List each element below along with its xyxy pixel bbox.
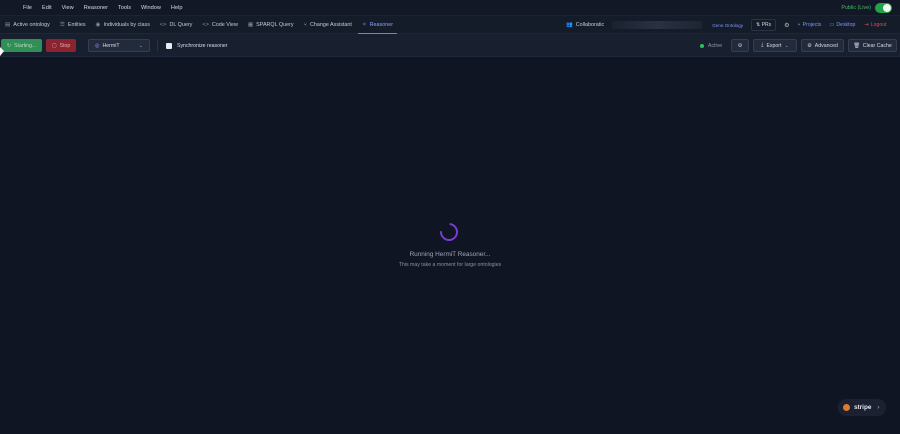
stop-icon: ▢ <box>51 42 57 49</box>
tab-code-view[interactable]: <> Code View <box>197 16 243 34</box>
reasoner-select-value: HermiT <box>102 42 120 49</box>
projects-label: Projects <box>802 22 822 28</box>
reasoner-settings-button[interactable]: ⚙ <box>731 39 749 52</box>
sparkle-icon: ✧ <box>361 21 367 28</box>
stop-reasoner-button[interactable]: ▢ Stop <box>46 39 76 52</box>
loading-title: Running HermiT Reasoner... <box>409 251 491 258</box>
export-button[interactable]: ⤓ Export ⌄ <box>753 39 797 52</box>
desktop-label: Desktop <box>836 22 856 28</box>
chevron-down-icon: ⌄ <box>138 42 143 49</box>
menu-help[interactable]: Help <box>171 5 183 11</box>
tab-reasoner[interactable]: ✧ Reasoner <box>357 16 398 34</box>
users-icon: 👥 <box>566 22 573 28</box>
collaboration-selector[interactable]: 👥 Collaboratic <box>566 22 604 28</box>
reasoner-select[interactable]: ◎ HermiT ⌄ <box>88 39 150 52</box>
start-label: Starting... <box>14 42 37 49</box>
stripe-badge[interactable]: stripe › <box>838 399 886 416</box>
menu-tools[interactable]: Tools <box>118 5 131 11</box>
collab-label: Collaboratic <box>575 22 605 28</box>
document-icon: ▤ <box>5 21 11 28</box>
reasoner-main-panel: Running HermiT Reasoner... This may take… <box>0 57 900 434</box>
stripe-logo-icon <box>843 404 850 411</box>
menu-window[interactable]: Window <box>141 5 161 11</box>
branch-icon: ⑂ <box>797 22 801 28</box>
export-label: Export <box>766 42 782 49</box>
projects-link[interactable]: ⑂ Projects <box>798 22 822 28</box>
tab-bar: ▤ Active ontology ☰ Entities ◉ Individua… <box>0 16 900 34</box>
prs-button[interactable]: ⇅ PRs <box>751 19 777 31</box>
status-label: Active <box>708 42 723 49</box>
clear-cache-label: Clear Cache <box>862 42 892 49</box>
mouse-cursor-icon <box>0 47 4 56</box>
status-dot-icon <box>700 43 704 48</box>
pr-icon: ⇅ <box>756 22 761 28</box>
monitor-icon: ▭ <box>829 22 835 28</box>
code-icon: <> <box>202 21 209 28</box>
loading-spinner-icon <box>436 219 462 245</box>
synchronize-checkbox[interactable] <box>166 42 172 49</box>
gear-icon: ⚙ <box>807 42 812 49</box>
trash-icon: 🗑 <box>853 42 860 49</box>
prs-label: PRs <box>761 22 772 28</box>
list-icon: ☰ <box>59 21 65 28</box>
tab-label: SPARQL Query <box>256 21 294 28</box>
start-reasoner-button[interactable]: ↻ Starting... <box>1 39 42 52</box>
stop-label: Stop <box>59 42 71 49</box>
stripe-label: stripe <box>854 404 872 411</box>
desktop-link[interactable]: ▭ Desktop <box>829 22 855 28</box>
gear-icon: ⚙ <box>737 42 743 49</box>
clear-cache-button[interactable]: 🗑 Clear Cache <box>848 39 897 52</box>
menu-edit[interactable]: Edit <box>42 5 52 11</box>
chevron-down-icon: ⌄ <box>784 42 789 49</box>
menu-reasoner[interactable]: Reasoner <box>84 5 108 11</box>
tab-dl-query[interactable]: <> DL Query <box>155 16 197 34</box>
tab-entities[interactable]: ☰ Entities <box>55 16 91 34</box>
sync-label: Synchronize reasoner <box>177 42 228 49</box>
tab-label: Reasoner <box>369 21 393 28</box>
settings-gear-icon[interactable]: ⚙ <box>784 22 789 29</box>
tab-label: Active ontology <box>13 21 50 28</box>
gene-ontology-link[interactable]: Gene Ontology <box>712 23 743 28</box>
tab-label: Entities <box>67 21 86 28</box>
menu-view[interactable]: View <box>62 5 74 11</box>
tab-sparql-query[interactable]: ▦ SPARQL Query <box>243 16 299 34</box>
tab-individuals-by-class[interactable]: ◉ Individuals by class <box>91 16 155 34</box>
advanced-button[interactable]: ⚙ Advanced <box>801 39 844 52</box>
toolbar-divider <box>157 40 158 51</box>
public-live-toggle[interactable] <box>875 3 892 13</box>
tab-label: Change Assistant <box>309 21 352 28</box>
loading-subtitle: This may take a moment for large ontolog… <box>398 262 502 268</box>
table-icon: ▦ <box>247 21 254 28</box>
menu-file[interactable]: File <box>23 5 32 11</box>
download-icon: ⤓ <box>761 42 764 48</box>
tab-active-ontology[interactable]: ▤ Active ontology <box>0 16 55 34</box>
public-live-group: Public (Live) <box>841 3 892 13</box>
tab-label: DL Query <box>169 21 193 28</box>
reasoner-status: Active <box>700 39 722 52</box>
branch-icon: ⑂ <box>303 21 307 28</box>
logout-icon: ⇥ <box>864 22 869 28</box>
cpu-icon: ◎ <box>95 42 100 49</box>
tab-change-assistant[interactable]: ⑂ Change Assistant <box>299 16 357 34</box>
header-right: 👥 Collaboratic Gene Ontology ⇅ PRs ⚙ ⑂ P… <box>566 16 887 34</box>
logout-label: Logout <box>870 22 887 28</box>
collab-users-redacted <box>612 21 703 29</box>
public-live-label: Public (Live) <box>841 5 871 11</box>
eye-icon: ◉ <box>95 21 101 28</box>
logout-button[interactable]: ⇥ Logout <box>864 22 886 28</box>
chevron-right-icon: › <box>877 404 880 411</box>
advanced-label: Advanced <box>814 42 838 49</box>
reasoner-toolbar: ↻ Starting... ▢ Stop ◎ HermiT ⌄ Synchron… <box>0 34 900 57</box>
refresh-icon: ↻ <box>6 42 12 49</box>
tab-label: Individuals by class <box>103 21 150 28</box>
synchronize-reasoner-option[interactable]: Synchronize reasoner <box>166 39 227 52</box>
menu-bar: File Edit View Reasoner Tools Window Hel… <box>0 0 900 16</box>
code-icon: <> <box>159 21 167 28</box>
tab-label: Code View <box>211 21 238 28</box>
